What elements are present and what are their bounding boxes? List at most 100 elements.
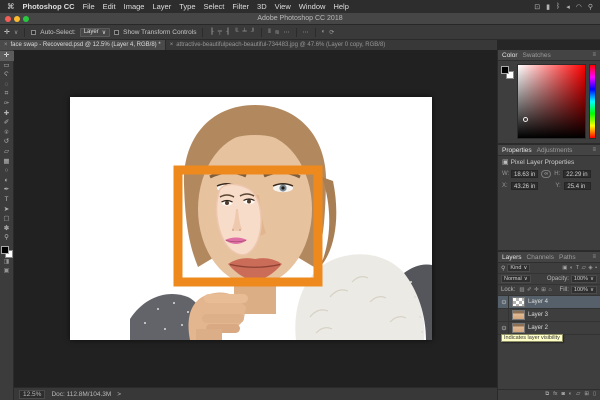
menu-file[interactable]: File (83, 2, 95, 11)
hue-slider[interactable] (589, 64, 596, 139)
eraser-tool[interactable]: ▱ (0, 147, 14, 157)
move-tool[interactable]: ✛ (0, 51, 14, 61)
auto-select-dropdown[interactable]: Layer ∨ (80, 28, 110, 37)
layer-group-icon[interactable]: ▱ (576, 391, 580, 398)
document-tab-active[interactable]: × face swap - Recovered.psd @ 12.5% (Lay… (0, 40, 165, 50)
width-field[interactable]: 18.63 in (511, 170, 538, 178)
foreground-color-swatch[interactable] (1, 246, 9, 254)
pixel-layer-filter-icon[interactable]: ▣ (562, 265, 567, 271)
menu-window[interactable]: Window (299, 2, 326, 11)
eyedropper-tool[interactable]: ✑ (0, 99, 14, 109)
panel-menu-icon[interactable]: ≡ (592, 254, 596, 260)
layer-name[interactable]: Layer 3 (528, 312, 548, 318)
status-options-chevron-icon[interactable]: > (117, 391, 121, 398)
keyboard-brightness-icon[interactable]: ⊡ (534, 3, 540, 11)
bluetooth-icon[interactable]: ᛒ (556, 3, 560, 11)
zoom-tool[interactable]: ⚲ (0, 233, 14, 243)
quick-mask-icon[interactable]: ◨ (4, 258, 10, 267)
layer-row-layer-4[interactable]: ⊙ Layer 4 (498, 296, 600, 309)
tool-preset-arrow-icon[interactable]: ∨ (14, 29, 18, 36)
layer-name[interactable]: Layer 2 (528, 325, 548, 331)
rectangular-marquee-tool[interactable]: ▭ (0, 61, 14, 71)
foreground-background-swatches[interactable] (1, 246, 13, 258)
apple-menu-icon[interactable]: ⌘ (7, 2, 15, 11)
color-panel-swatches[interactable] (501, 64, 514, 139)
layer-thumbnail[interactable] (512, 323, 525, 333)
lock-position-icon[interactable]: ✛ (534, 287, 539, 293)
minimize-window-button[interactable] (14, 16, 20, 22)
path-selection-tool[interactable]: ➤ (0, 205, 14, 215)
healing-brush-tool[interactable]: ✚ (0, 109, 14, 119)
shape-tool[interactable]: ▢ (0, 214, 14, 224)
layer-name[interactable]: Layer 4 (528, 299, 548, 305)
menu-edit[interactable]: Edit (103, 2, 116, 11)
opacity-dropdown[interactable]: 100% ∨ (571, 275, 597, 283)
tab-color[interactable]: Color (502, 52, 518, 59)
smart-object-filter-icon[interactable]: ◈ (588, 265, 592, 271)
layer-row-layer-3[interactable]: Layer 3 (498, 309, 600, 322)
menu-image[interactable]: Image (124, 2, 145, 11)
new-layer-icon[interactable]: ⊞ (584, 391, 589, 398)
menu-view[interactable]: View (275, 2, 291, 11)
tab-swatches[interactable]: Swatches (523, 52, 551, 59)
adjustment-layer-icon[interactable]: ◐ (569, 391, 572, 398)
layer-visibility-toggle[interactable] (500, 309, 509, 322)
lock-transparency-icon[interactable]: ▨ (519, 287, 524, 293)
layer-thumbnail[interactable] (512, 297, 525, 307)
hand-tool[interactable]: ✽ (0, 224, 14, 234)
quick-selection-tool[interactable]: ◌ (0, 80, 14, 90)
document-canvas[interactable] (70, 97, 432, 340)
layer-mask-icon[interactable]: ◙ (561, 391, 564, 398)
layer-filter-kind-dropdown[interactable]: Kind ∨ (507, 264, 530, 272)
document-tab-inactive[interactable]: × attractive-beautifulpeach-beautiful-73… (165, 40, 497, 50)
menu-layer[interactable]: Layer (152, 2, 171, 11)
layer-visibility-toggle[interactable]: ⊙ (500, 322, 509, 335)
align-right-edges-icon[interactable]: ╢ (226, 29, 230, 35)
lock-all-icon[interactable]: ⌂ (548, 287, 551, 293)
x-field[interactable]: 43.26 in (511, 182, 538, 190)
filter-toggle-icon[interactable]: • (595, 265, 597, 271)
menu-help[interactable]: Help (333, 2, 348, 11)
canvas-work-area[interactable] (14, 50, 497, 387)
saturation-brightness-picker[interactable] (517, 64, 586, 139)
workspace-rotate-icon[interactable]: ⟳ (329, 29, 334, 36)
align-bottom-edges-icon[interactable]: ╜ (251, 29, 255, 35)
layer-thumbnail[interactable] (512, 310, 525, 320)
distribute-spacing-icon[interactable]: ⋯ (284, 29, 290, 36)
distribute-horizontal-icon[interactable]: ≋ (275, 29, 280, 36)
foreground-color-swatch[interactable] (501, 66, 509, 74)
close-tab-icon[interactable]: × (170, 42, 174, 48)
brush-tool[interactable]: ✐ (0, 118, 14, 128)
menu-type[interactable]: Type (179, 2, 195, 11)
auto-select-checkbox[interactable] (31, 30, 36, 35)
delete-layer-icon[interactable]: ▯ (593, 391, 596, 398)
align-top-edges-icon[interactable]: ╙ (234, 29, 238, 35)
dodge-tool[interactable]: ◐ (0, 176, 14, 186)
type-filter-icon[interactable]: T (576, 265, 579, 271)
menu-select[interactable]: Select (204, 2, 225, 11)
lasso-tool[interactable]: Ϛ (0, 70, 14, 80)
blend-mode-dropdown[interactable]: Normal ∨ (501, 275, 531, 283)
gradient-tool[interactable]: ▦ (0, 157, 14, 167)
close-tab-icon[interactable]: × (4, 42, 8, 48)
color-picker-handle[interactable] (523, 117, 528, 122)
battery-icon[interactable]: ▮ (546, 3, 550, 11)
close-window-button[interactable] (5, 16, 11, 22)
tab-layers[interactable]: Layers (502, 254, 522, 261)
lock-artboard-icon[interactable]: ⊞ (541, 287, 546, 293)
distribute-vertical-icon[interactable]: ⫴ (268, 29, 271, 36)
blur-tool[interactable]: ○ (0, 166, 14, 176)
align-vertical-centers-icon[interactable]: ╧ (243, 29, 247, 35)
align-left-edges-icon[interactable]: ╟ (209, 29, 213, 35)
lock-pixels-icon[interactable]: ✐ (527, 287, 532, 293)
zoom-level-field[interactable]: 12.5% (19, 390, 45, 399)
clone-stamp-tool[interactable]: ⍟ (0, 128, 14, 138)
fill-dropdown[interactable]: 100% ∨ (571, 286, 597, 294)
panel-menu-icon[interactable]: ≡ (592, 52, 596, 58)
constrain-link-icon[interactable]: ∞ (541, 170, 551, 178)
volume-icon[interactable]: ◂ (566, 3, 570, 11)
menu-app-name[interactable]: Photoshop CC (23, 2, 75, 11)
spotlight-icon[interactable]: ⚲ (588, 3, 593, 11)
layer-visibility-toggle[interactable]: ⊙ (500, 296, 509, 309)
history-brush-tool[interactable]: ↺ (0, 137, 14, 147)
